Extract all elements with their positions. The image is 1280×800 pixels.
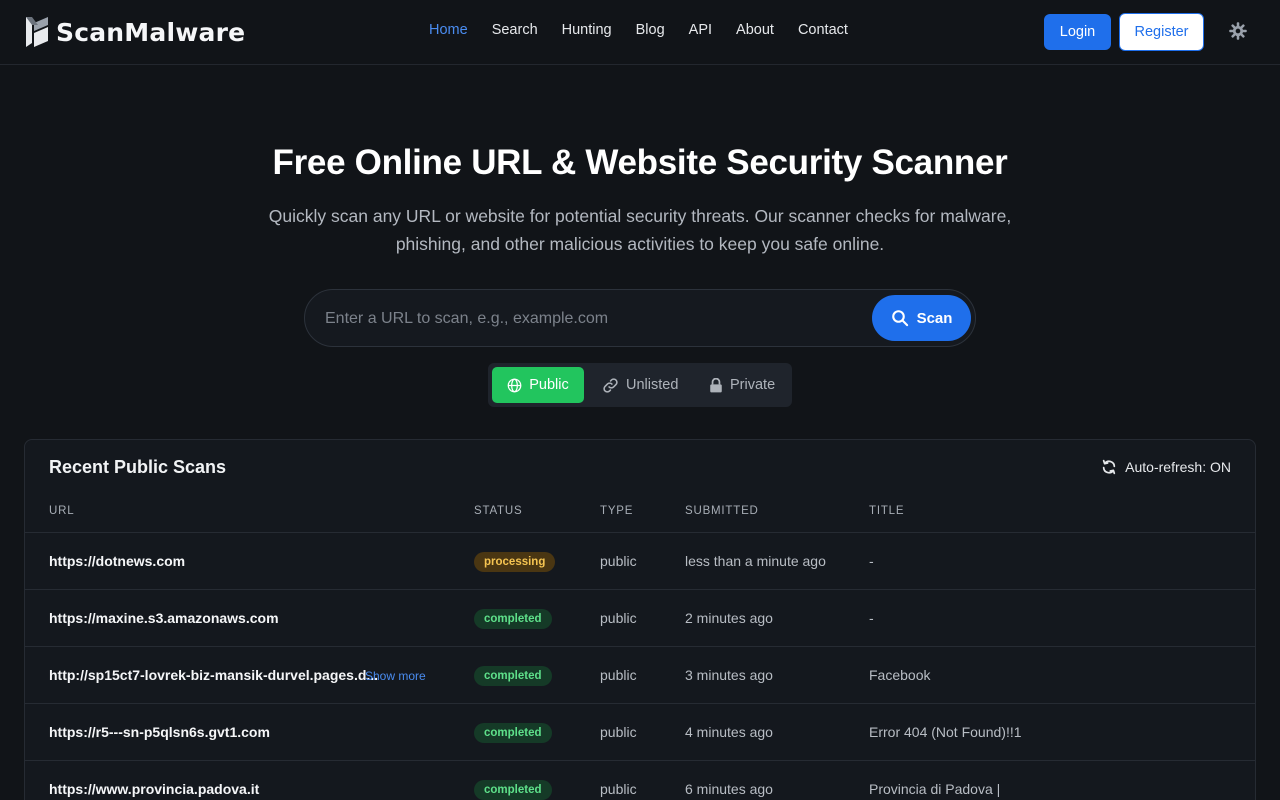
scan-submitted: 6 minutes ago [685,781,773,797]
scan-type: public [600,781,637,797]
table-row[interactable]: https://dotnews.com processing public le… [25,533,1255,590]
scan-title: Error 404 (Not Found)!!1 [869,724,1022,740]
status-badge: processing [474,552,556,572]
scan-url[interactable]: https://www.provincia.padova.it [49,781,259,797]
nav-home[interactable]: Home [429,22,468,38]
visibility-selector: Public Unlisted Private [488,363,792,407]
visibility-unlisted[interactable]: Unlisted [588,367,692,403]
column-header-url: URL [49,505,75,517]
scan-button[interactable]: Scan [872,295,971,341]
brand-name: ScanMalware [56,17,246,47]
column-header-submitted: SUBMITTED [685,505,759,517]
register-button[interactable]: Register [1119,13,1204,51]
url-search-box: Scan [304,289,976,347]
top-navbar: ScanMalware Home Search Hunting Blog API… [0,0,1280,65]
brand-logo[interactable]: ScanMalware [24,14,245,50]
table-row[interactable]: https://r5---sn-p5qlsn6s.gvt1.com comple… [25,704,1255,761]
column-header-status: STATUS [474,505,523,517]
search-icon [891,310,908,327]
scan-button-label: Scan [916,309,953,327]
scan-title: Facebook [869,667,931,683]
auto-refresh-label: Auto-refresh: ON [1125,459,1231,475]
scan-submitted: 4 minutes ago [685,724,773,740]
scan-type: public [600,610,637,626]
scan-type: public [600,667,637,683]
visibility-unlisted-label: Unlisted [626,377,679,393]
hero-subtitle: Quickly scan any URL or website for pote… [268,206,1012,254]
globe-icon [507,378,522,392]
nav-contact[interactable]: Contact [798,22,848,38]
scan-url[interactable]: https://maxine.s3.amazonaws.com [49,610,279,626]
auto-refresh-toggle[interactable]: Auto-refresh: ON [1101,459,1231,475]
scan-type: public [600,553,637,569]
visibility-private[interactable]: Private [695,367,789,403]
scan-submitted: less than a minute ago [685,553,826,569]
hero-title: Free Online URL & Website Security Scann… [272,143,1008,182]
lock-icon [710,377,722,392]
visibility-public-label: Public [529,377,569,393]
recent-scans-title: Recent Public Scans [49,457,227,477]
link-icon [603,377,618,393]
url-input[interactable] [325,304,865,334]
nav-about[interactable]: About [736,22,774,38]
scan-type: public [600,724,637,740]
nav-api[interactable]: API [689,22,712,38]
scan-submitted: 3 minutes ago [685,667,773,683]
table-row[interactable]: https://www.provincia.padova.it complete… [25,761,1255,800]
scan-url[interactable]: https://r5---sn-p5qlsn6s.gvt1.com [49,724,270,740]
show-more-link[interactable]: Show more [365,669,426,683]
scan-url[interactable]: https://dotnews.com [49,553,185,569]
logo-mark-icon [26,17,48,47]
table-row[interactable]: http://sp15ct7-lovrek-biz-mansik-durvel.… [25,647,1255,704]
status-badge: completed [474,666,552,686]
column-header-type: TYPE [600,505,634,517]
status-badge: completed [474,723,552,743]
scan-title: Provincia di Padova | [869,781,1001,797]
scan-title: - [869,610,874,626]
recent-scans-panel: Recent Public Scans Auto-refresh: ON URL… [24,439,1256,800]
status-badge: completed [474,609,552,629]
nav-hunting[interactable]: Hunting [562,22,612,38]
main-nav: Home Search Hunting Blog API About Conta… [429,22,872,38]
column-header-title: TITLE [869,505,905,517]
gear-icon[interactable] [1228,21,1248,41]
refresh-icon [1102,459,1116,475]
visibility-public[interactable]: Public [492,367,584,403]
status-badge: completed [474,780,552,800]
scan-url[interactable]: http://sp15ct7-lovrek-biz-mansik-durvel.… [49,667,378,683]
visibility-private-label: Private [730,377,776,393]
nav-blog[interactable]: Blog [636,22,665,38]
nav-search[interactable]: Search [492,22,538,38]
table-row[interactable]: https://maxine.s3.amazonaws.com complete… [25,590,1255,647]
scan-title: - [869,553,874,569]
login-button[interactable]: Login [1044,14,1111,50]
scan-submitted: 2 minutes ago [685,610,773,626]
